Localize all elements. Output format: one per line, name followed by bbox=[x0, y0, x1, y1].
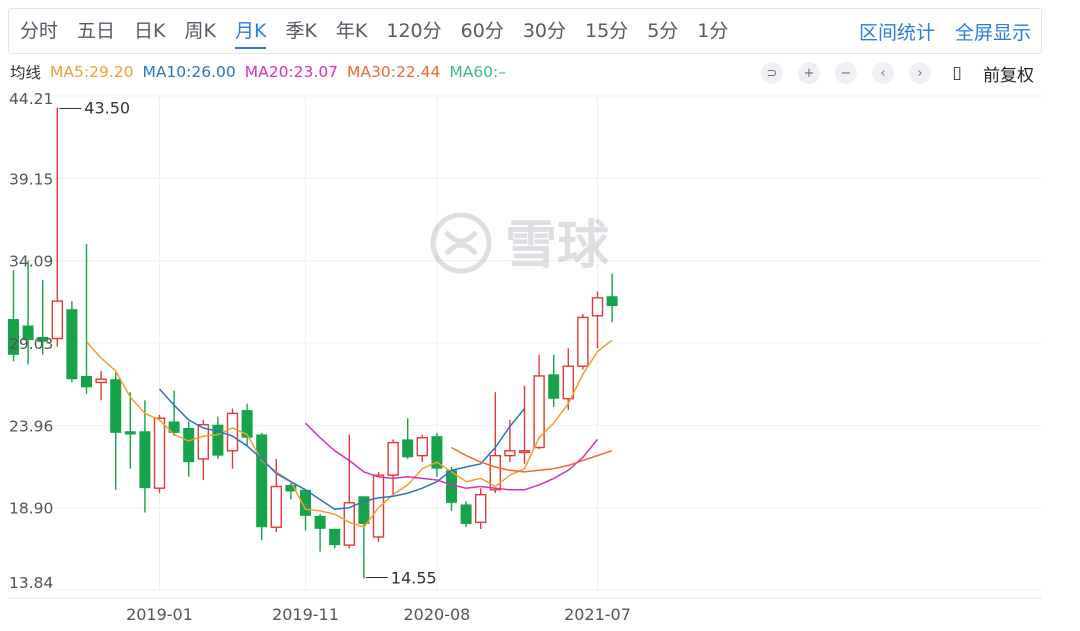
candle-body bbox=[314, 515, 326, 529]
annotation-label: 14.55 bbox=[391, 568, 437, 587]
candle-body bbox=[577, 316, 589, 367]
candle-body bbox=[329, 528, 341, 546]
candle-body bbox=[51, 300, 63, 340]
y-tick-label: 39.15 bbox=[9, 170, 53, 188]
candle-body bbox=[212, 424, 224, 456]
candle-body bbox=[124, 431, 136, 435]
candle-body bbox=[139, 431, 151, 489]
candle-body bbox=[475, 493, 487, 524]
x-tick-label: 2020-08 bbox=[403, 605, 470, 624]
candle-body bbox=[81, 375, 92, 388]
candle-body bbox=[416, 437, 428, 457]
candle-body bbox=[197, 424, 210, 460]
annotation-label: 43.50 bbox=[84, 99, 130, 118]
candle-body bbox=[226, 412, 239, 452]
candle-body bbox=[460, 504, 472, 524]
kline-chart[interactable]: 雪球 43.50 14.55 44.21 39.15 34.09 29.03 23.96 18.… bbox=[0, 0, 1080, 631]
y-tick-label: 23.96 bbox=[9, 417, 53, 435]
watermark-text: 雪球 bbox=[505, 216, 610, 276]
candle-body bbox=[256, 434, 268, 528]
candle-body bbox=[270, 485, 282, 528]
candle-body bbox=[110, 379, 122, 433]
candle-body bbox=[548, 374, 560, 399]
candle-body bbox=[95, 378, 107, 384]
x-tick-label: 2019-01 bbox=[126, 605, 193, 624]
y-tick-label: 29.03 bbox=[9, 335, 53, 353]
candle-body bbox=[183, 427, 195, 463]
candle-body bbox=[606, 296, 618, 306]
watermark: 雪球 bbox=[430, 212, 610, 276]
y-tick-label: 44.21 bbox=[9, 90, 53, 108]
x-tick-label: 2019-11 bbox=[272, 605, 339, 624]
candle-body bbox=[402, 439, 414, 458]
y-tick-label: 18.90 bbox=[9, 500, 53, 518]
y-tick-label: 13.84 bbox=[9, 574, 53, 592]
candle-body bbox=[153, 417, 166, 489]
candle-body bbox=[591, 297, 604, 317]
candle-body bbox=[387, 441, 399, 476]
candle-body bbox=[372, 474, 385, 538]
watermark-logo-mark bbox=[444, 230, 478, 256]
candle-body bbox=[66, 309, 78, 380]
x-tick-label: 2021-07 bbox=[564, 605, 631, 624]
candle-body bbox=[562, 365, 574, 400]
candle-body bbox=[504, 450, 516, 457]
candle-body bbox=[518, 450, 531, 454]
y-tick-label: 34.09 bbox=[9, 253, 53, 271]
